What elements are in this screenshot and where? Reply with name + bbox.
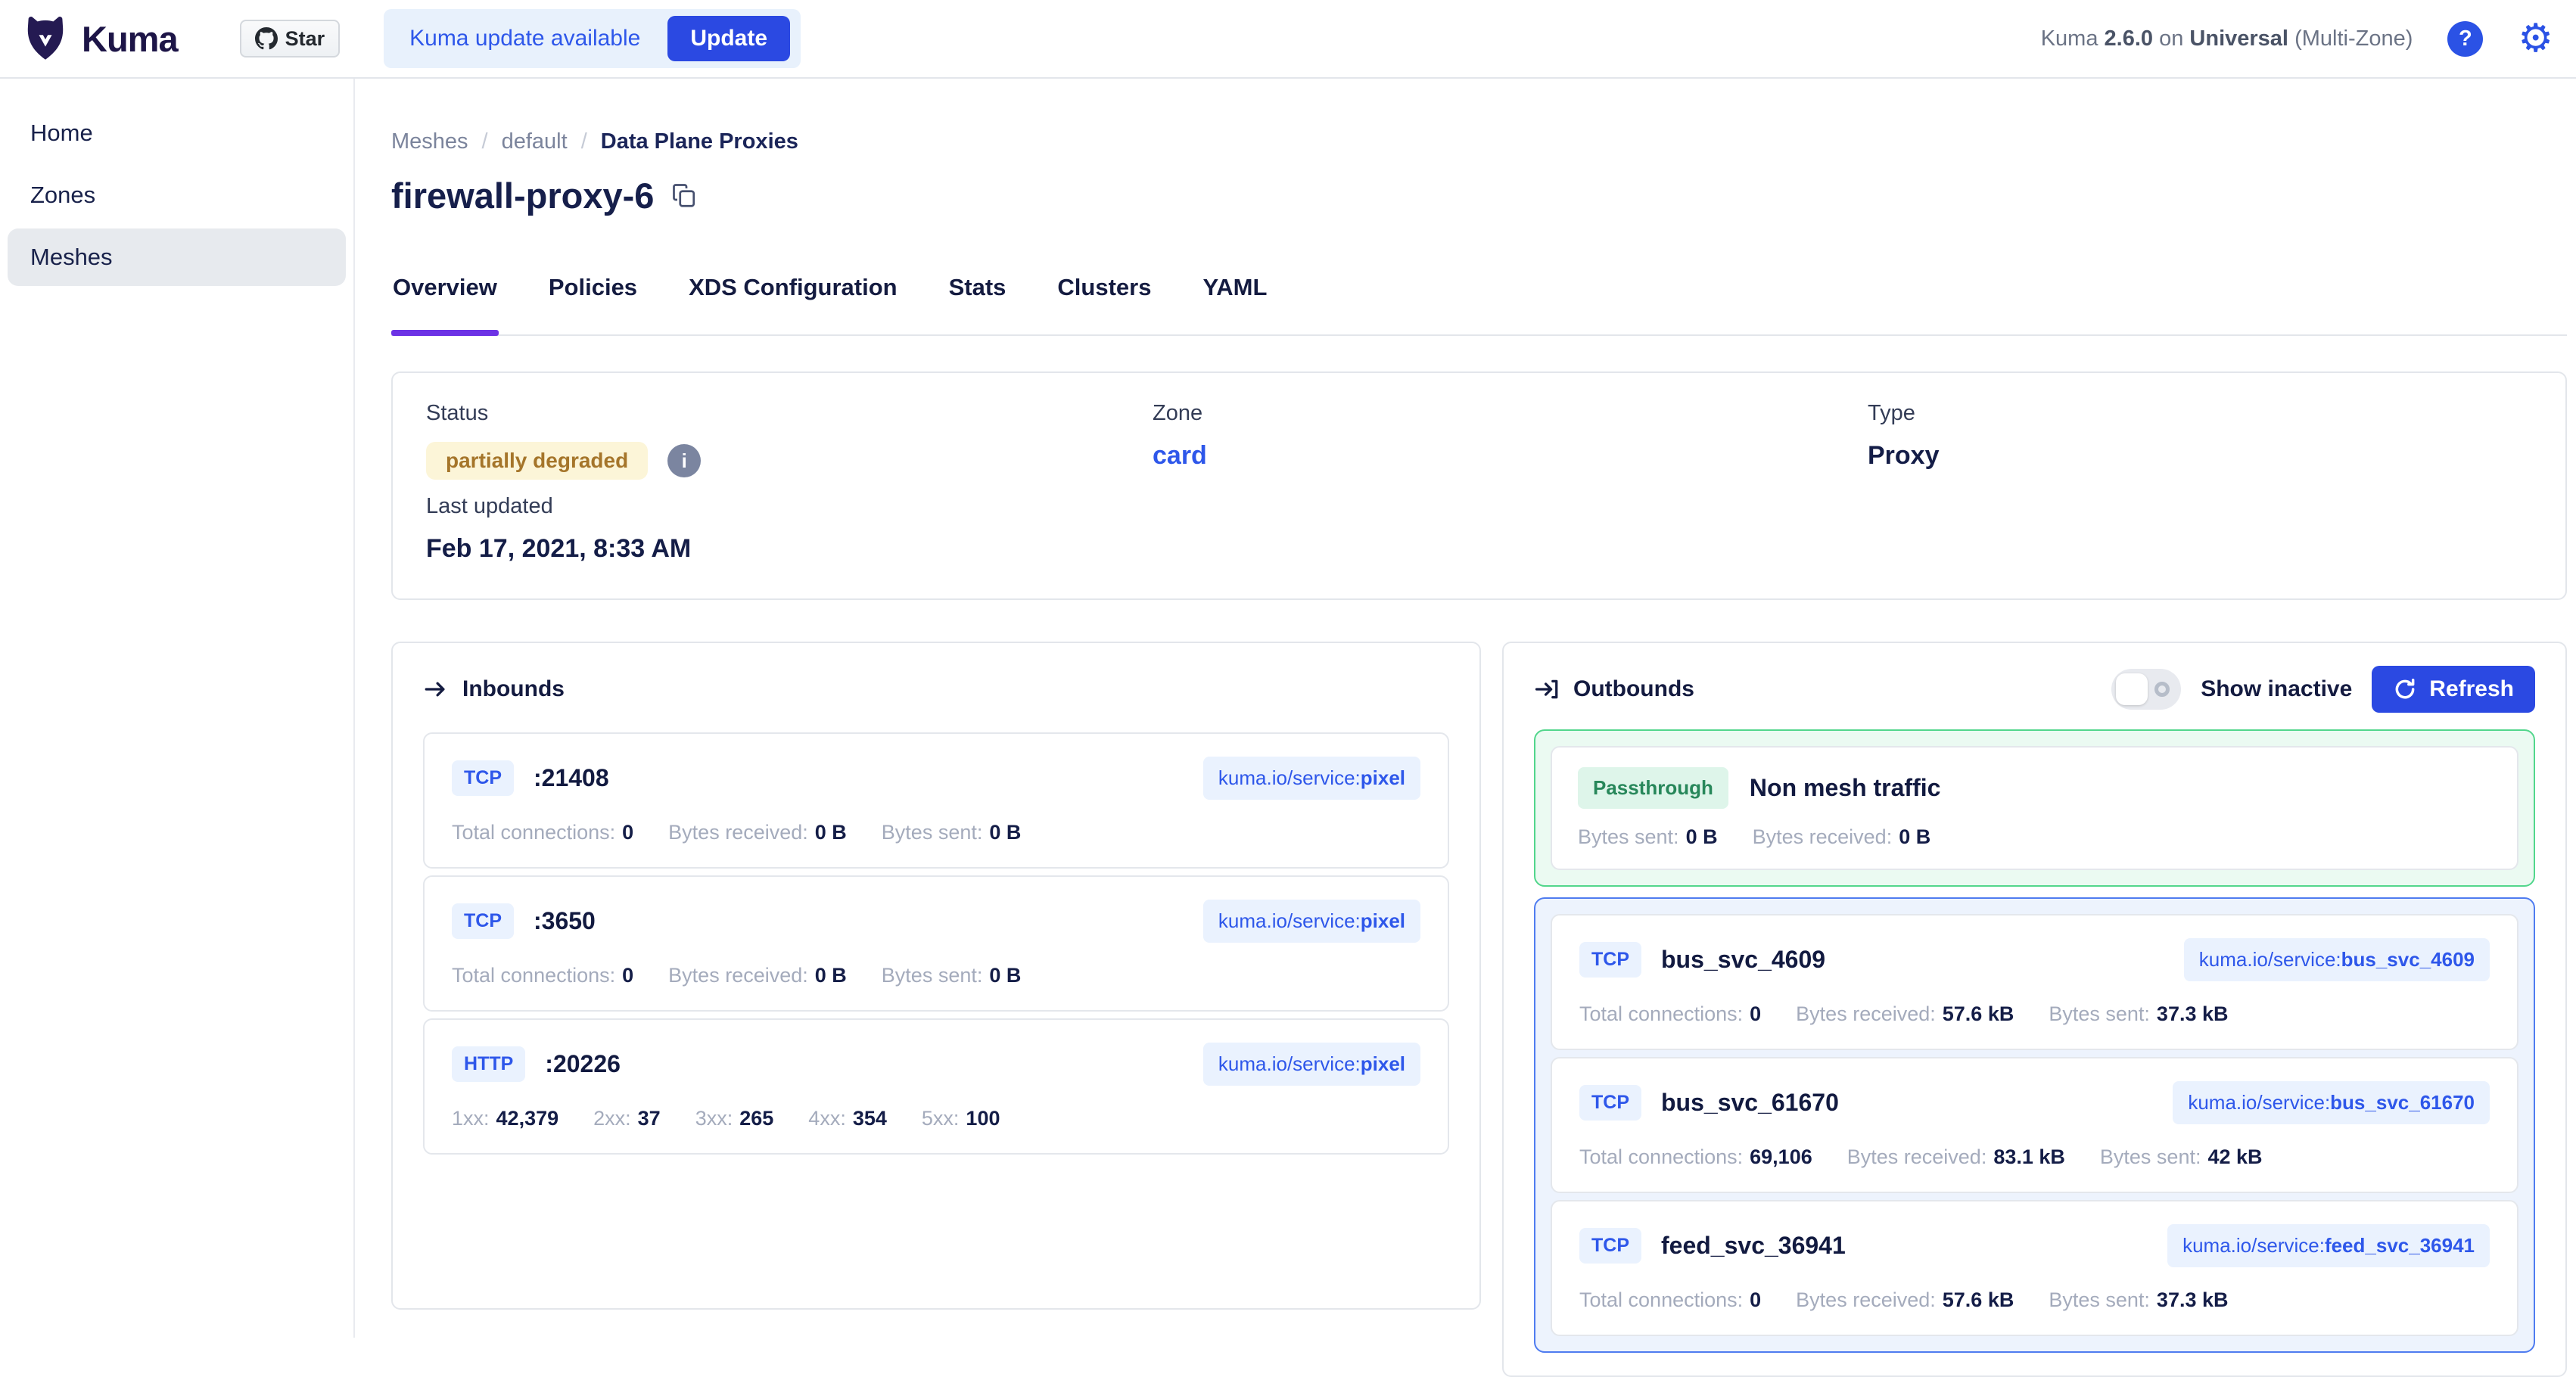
show-inactive-toggle[interactable] bbox=[2111, 669, 2181, 710]
service-tag[interactable]: kuma.io/service:feed_svc_36941 bbox=[2167, 1224, 2490, 1267]
outbound-service-name: bus_svc_4609 bbox=[1661, 946, 1825, 974]
help-icon[interactable]: ? bbox=[2447, 21, 2483, 57]
toggle-off-ring-icon bbox=[2154, 682, 2170, 697]
outbound-stats: Total connections:69,106 Bytes received:… bbox=[1579, 1145, 2490, 1169]
zone-label: Zone bbox=[1153, 400, 1868, 426]
sidebar-item-meshes[interactable]: Meshes bbox=[8, 228, 346, 286]
type-field: Type Proxy bbox=[1868, 400, 2532, 480]
outbound-service-name: bus_svc_61670 bbox=[1661, 1089, 1839, 1117]
type-label: Type bbox=[1868, 400, 2532, 426]
brand-name: Kuma bbox=[82, 18, 178, 60]
update-banner: Kuma update available Update bbox=[384, 9, 801, 68]
service-tag[interactable]: kuma.io/service:bus_svc_4609 bbox=[2184, 938, 2490, 981]
outbound-service-name: feed_svc_36941 bbox=[1661, 1232, 1846, 1260]
inbound-item: TCP :21408 kuma.io/service:pixel Total c… bbox=[423, 732, 1449, 869]
tab-bar: Overview Policies XDS Configuration Stat… bbox=[391, 274, 2567, 336]
breadcrumb-meshes[interactable]: Meshes bbox=[391, 129, 468, 154]
kuma-brand[interactable]: Kuma bbox=[21, 14, 178, 63]
tab-stats[interactable]: Stats bbox=[947, 274, 1008, 334]
update-available-link[interactable]: Kuma update available bbox=[409, 26, 640, 51]
last-updated-field: Last updated Feb 17, 2021, 8:33 AM bbox=[426, 493, 1153, 564]
zone-link[interactable]: card bbox=[1153, 441, 1868, 471]
info-icon[interactable]: i bbox=[667, 444, 701, 477]
protocol-badge: HTTP bbox=[452, 1046, 525, 1082]
passthrough-title: Non mesh traffic bbox=[1750, 774, 1940, 802]
inbounds-title: Inbounds bbox=[423, 676, 565, 702]
github-star-button[interactable]: Star bbox=[240, 20, 341, 58]
service-tag[interactable]: kuma.io/service:bus_svc_61670 bbox=[2173, 1081, 2490, 1124]
top-bar: Kuma Star Kuma update available Update K… bbox=[0, 0, 2576, 79]
passthrough-item: Passthrough Non mesh traffic Bytes sent:… bbox=[1551, 746, 2518, 870]
protocol-badge: TCP bbox=[452, 903, 514, 939]
outbounds-title: Outbounds bbox=[1534, 676, 1694, 702]
app-shell: Home Zones Meshes Meshes / default / Dat… bbox=[0, 79, 2576, 1338]
top-right-cluster: Kuma 2.6.0 on Universal (Multi-Zone) ? ⚙ bbox=[2041, 19, 2553, 58]
protocol-badge: TCP bbox=[452, 760, 514, 796]
breadcrumb: Meshes / default / Data Plane Proxies bbox=[391, 129, 2567, 154]
version-info: Kuma 2.6.0 on Universal (Multi-Zone) bbox=[2041, 26, 2413, 51]
passthrough-container: Passthrough Non mesh traffic Bytes sent:… bbox=[1534, 729, 2535, 887]
inbound-item: HTTP :20226 kuma.io/service:pixel 1xx:42… bbox=[423, 1018, 1449, 1155]
service-tag[interactable]: kuma.io/service:pixel bbox=[1203, 1043, 1420, 1086]
github-star-label: Star bbox=[285, 27, 325, 51]
overview-summary-card: Status partially degraded i Zone card Ty… bbox=[391, 371, 2567, 600]
title-row: firewall-proxy-6 bbox=[391, 173, 2567, 218]
tab-yaml[interactable]: YAML bbox=[1201, 274, 1268, 334]
sidebar: Home Zones Meshes bbox=[0, 79, 355, 1338]
protocol-badge: TCP bbox=[1579, 1228, 1641, 1264]
page-title: firewall-proxy-6 bbox=[391, 175, 654, 216]
outbound-arrow-icon bbox=[1534, 676, 1560, 702]
protocol-badge: TCP bbox=[1579, 942, 1641, 978]
inbound-item: TCP :3650 kuma.io/service:pixel Total co… bbox=[423, 875, 1449, 1012]
copy-icon[interactable] bbox=[670, 182, 698, 209]
outbound-stats: Total connections:0 Bytes received:57.6 … bbox=[1579, 1002, 2490, 1026]
outbound-services-container: TCP bus_svc_4609 kuma.io/service:bus_svc… bbox=[1534, 897, 2535, 1353]
tab-policies[interactable]: Policies bbox=[547, 274, 639, 334]
sidebar-item-zones[interactable]: Zones bbox=[8, 166, 346, 224]
update-button[interactable]: Update bbox=[667, 16, 790, 61]
main-content: Meshes / default / Data Plane Proxies fi… bbox=[355, 79, 2576, 1338]
inbound-arrow-icon bbox=[423, 676, 449, 702]
refresh-icon bbox=[2393, 677, 2417, 701]
status-badge: partially degraded bbox=[426, 442, 648, 480]
inbounds-panel: Inbounds TCP :21408 kuma.io/service:pixe… bbox=[391, 642, 1481, 1310]
breadcrumb-default[interactable]: default bbox=[502, 129, 568, 154]
inbound-stats: 1xx:42,379 2xx:37 3xx:265 4xx:354 5xx:10… bbox=[452, 1107, 1420, 1130]
outbound-item: TCP bus_svc_4609 kuma.io/service:bus_svc… bbox=[1551, 914, 2518, 1050]
status-label: Status bbox=[426, 400, 1153, 426]
gear-icon[interactable]: ⚙ bbox=[2518, 19, 2553, 58]
kuma-logo-icon bbox=[21, 14, 70, 63]
protocol-badge: TCP bbox=[1579, 1085, 1641, 1121]
toggle-knob bbox=[2116, 673, 2148, 705]
github-icon bbox=[255, 27, 278, 50]
inbound-port: :20226 bbox=[545, 1050, 621, 1078]
zone-field: Zone card bbox=[1153, 400, 1868, 480]
outbound-stats: Total connections:0 Bytes received:57.6 … bbox=[1579, 1288, 2490, 1312]
breadcrumb-separator: / bbox=[482, 129, 488, 154]
service-tag[interactable]: kuma.io/service:pixel bbox=[1203, 757, 1420, 800]
outbound-item: TCP feed_svc_36941 kuma.io/service:feed_… bbox=[1551, 1200, 2518, 1336]
passthrough-badge: Passthrough bbox=[1578, 767, 1728, 809]
type-value: Proxy bbox=[1868, 441, 2532, 471]
tab-xds-configuration[interactable]: XDS Configuration bbox=[687, 274, 899, 334]
outbound-item: TCP bus_svc_61670 kuma.io/service:bus_sv… bbox=[1551, 1057, 2518, 1193]
breadcrumb-current: Data Plane Proxies bbox=[601, 129, 798, 154]
inbound-stats: Total connections:0 Bytes received:0 B B… bbox=[452, 964, 1420, 987]
inbound-stats: Total connections:0 Bytes received:0 B B… bbox=[452, 821, 1420, 844]
last-updated-label: Last updated bbox=[426, 493, 1153, 519]
passthrough-stats: Bytes sent:0 B Bytes received:0 B bbox=[1578, 825, 2491, 849]
inbound-port: :3650 bbox=[534, 907, 596, 935]
show-inactive-label: Show inactive bbox=[2201, 676, 2352, 702]
refresh-button[interactable]: Refresh bbox=[2372, 666, 2535, 713]
outbounds-panel: Outbounds Show inactive bbox=[1502, 642, 2567, 1377]
tab-clusters[interactable]: Clusters bbox=[1056, 274, 1153, 334]
traffic-panels: Inbounds TCP :21408 kuma.io/service:pixe… bbox=[391, 642, 2567, 1377]
last-updated-value: Feb 17, 2021, 8:33 AM bbox=[426, 534, 1153, 564]
service-tag[interactable]: kuma.io/service:pixel bbox=[1203, 900, 1420, 943]
sidebar-item-home[interactable]: Home bbox=[8, 104, 346, 162]
tab-overview[interactable]: Overview bbox=[391, 274, 499, 334]
breadcrumb-separator: / bbox=[581, 129, 587, 154]
inbound-port: :21408 bbox=[534, 764, 609, 792]
status-field: Status partially degraded i bbox=[426, 400, 1153, 480]
